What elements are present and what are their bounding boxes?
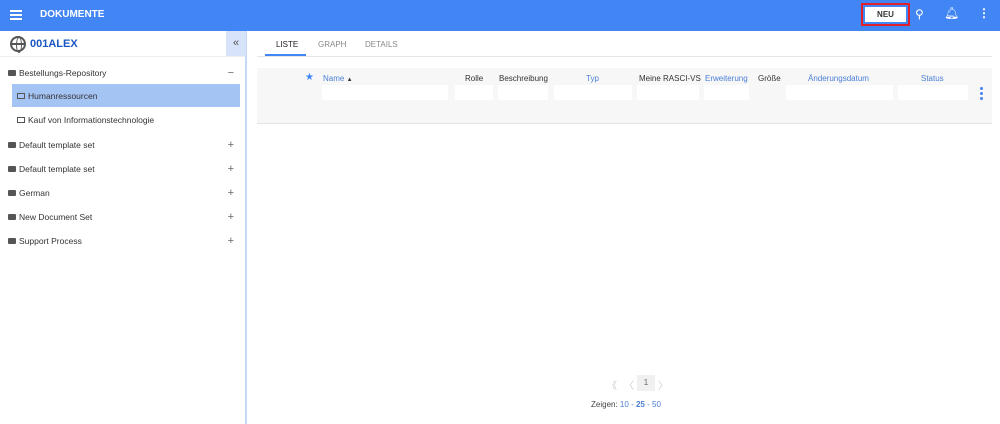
- folder-icon: [17, 92, 25, 99]
- filter-rolle-input[interactable]: [455, 85, 493, 100]
- workspace[interactable]: 001ALEX: [10, 36, 78, 53]
- page-size-50[interactable]: 50: [652, 400, 661, 409]
- filter-typ-input[interactable]: [554, 85, 632, 100]
- tree-item-label: Humanressourcen: [28, 90, 98, 101]
- column-options-icon[interactable]: [980, 87, 983, 102]
- tree-item-label: Bestellungs-Repository: [19, 67, 107, 78]
- expand-toggle[interactable]: +: [228, 139, 234, 151]
- tree-item-german[interactable]: German +: [8, 181, 240, 204]
- menu-icon[interactable]: [10, 10, 22, 20]
- briefcase-icon: [8, 237, 16, 244]
- column-rolle: Rolle: [465, 74, 484, 83]
- expand-toggle[interactable]: +: [228, 235, 234, 247]
- separator: -: [631, 400, 634, 409]
- tab-graph[interactable]: GRAPH: [318, 40, 346, 49]
- tabs-divider: [257, 56, 992, 57]
- collapse-sidebar-button[interactable]: «: [226, 31, 246, 56]
- expand-toggle[interactable]: +: [228, 187, 234, 199]
- sort-asc-icon: ▲: [346, 77, 353, 83]
- briefcase-icon: [8, 189, 16, 196]
- tree-item-label: Kauf von Informationstechnologie: [28, 114, 155, 125]
- tree-item-humanressourcen[interactable]: Humanressourcen: [12, 84, 240, 107]
- bell-icon[interactable]: 🔔︎: [944, 6, 959, 20]
- page-size-selector: Zeigen: 10 - 25 - 50: [591, 400, 661, 409]
- filter-aenderungsdatum-input[interactable]: [786, 85, 893, 100]
- globe-icon: [10, 36, 26, 53]
- tree-item-label: Default template set: [19, 163, 95, 174]
- folder-icon: [17, 116, 25, 123]
- column-status[interactable]: Status: [921, 74, 944, 83]
- briefcase-icon: [8, 69, 16, 76]
- expand-toggle[interactable]: +: [228, 211, 234, 223]
- column-rasci: Meine RASCI-VS: [639, 74, 701, 83]
- filter-status-input[interactable]: [898, 85, 968, 100]
- tab-liste[interactable]: LISTE: [276, 40, 298, 49]
- tree-item-new-document-set[interactable]: New Document Set +: [8, 205, 240, 228]
- more-vert-icon[interactable]: ⋮: [978, 6, 990, 20]
- sidebar: 001ALEX « Bestellungs-Repository − Humanr…: [0, 31, 247, 424]
- column-typ[interactable]: Typ: [586, 74, 599, 83]
- top-bar: DOKUMENTE NEU ⚲ 🔔︎ ⋮: [0, 0, 1000, 31]
- tree-item-kauf-it[interactable]: Kauf von Informationstechnologie: [12, 108, 244, 131]
- tree-item-label: New Document Set: [19, 211, 93, 222]
- page-size-25[interactable]: 25: [636, 400, 645, 409]
- first-page-button[interactable]: 《: [607, 377, 617, 392]
- new-button[interactable]: NEU: [865, 7, 906, 22]
- filter-beschreibung-input[interactable]: [498, 85, 548, 100]
- new-button-highlight: NEU: [861, 3, 910, 26]
- tree-item-support-process[interactable]: Support Process +: [8, 229, 240, 252]
- briefcase-icon: [8, 141, 16, 148]
- expand-toggle[interactable]: +: [228, 163, 234, 175]
- page-size-10[interactable]: 10: [620, 400, 629, 409]
- page-1-button[interactable]: 1: [637, 375, 655, 391]
- column-name[interactable]: Name ▲: [323, 74, 353, 83]
- show-label: Zeigen:: [591, 400, 618, 409]
- tree-item-label: Default template set: [19, 139, 95, 150]
- prev-page-button[interactable]: 〈: [624, 377, 634, 392]
- filter-erweiterung-input[interactable]: [704, 85, 749, 100]
- tab-details[interactable]: DETAILS: [365, 40, 398, 49]
- briefcase-icon: [8, 165, 16, 172]
- tree-item-bestellungs-repository[interactable]: Bestellungs-Repository −: [8, 61, 240, 84]
- tree-item-label: Support Process: [19, 235, 82, 246]
- column-aenderungsdatum[interactable]: Änderungsdatum: [808, 74, 869, 83]
- tree-item-default-template-set-2[interactable]: Default template set +: [8, 157, 240, 180]
- divider: [0, 56, 245, 57]
- search-icon[interactable]: ⚲: [915, 7, 924, 21]
- workspace-name: 001ALEX: [30, 38, 78, 50]
- filter-rasci-input[interactable]: [637, 85, 699, 100]
- column-erweiterung[interactable]: Erweiterung: [705, 74, 748, 83]
- filter-name-input[interactable]: [322, 85, 448, 100]
- next-page-button[interactable]: 〉: [658, 377, 668, 392]
- star-icon[interactable]: ★: [305, 72, 314, 83]
- separator: -: [647, 400, 650, 409]
- briefcase-icon: [8, 213, 16, 220]
- column-groesse: Größe: [758, 74, 781, 83]
- tree-item-label: German: [19, 187, 50, 198]
- column-beschreibung: Beschreibung: [499, 74, 548, 83]
- collapse-toggle[interactable]: −: [228, 67, 234, 79]
- page-title: DOKUMENTE: [40, 9, 105, 20]
- tree-item-default-template-set[interactable]: Default template set +: [8, 133, 240, 156]
